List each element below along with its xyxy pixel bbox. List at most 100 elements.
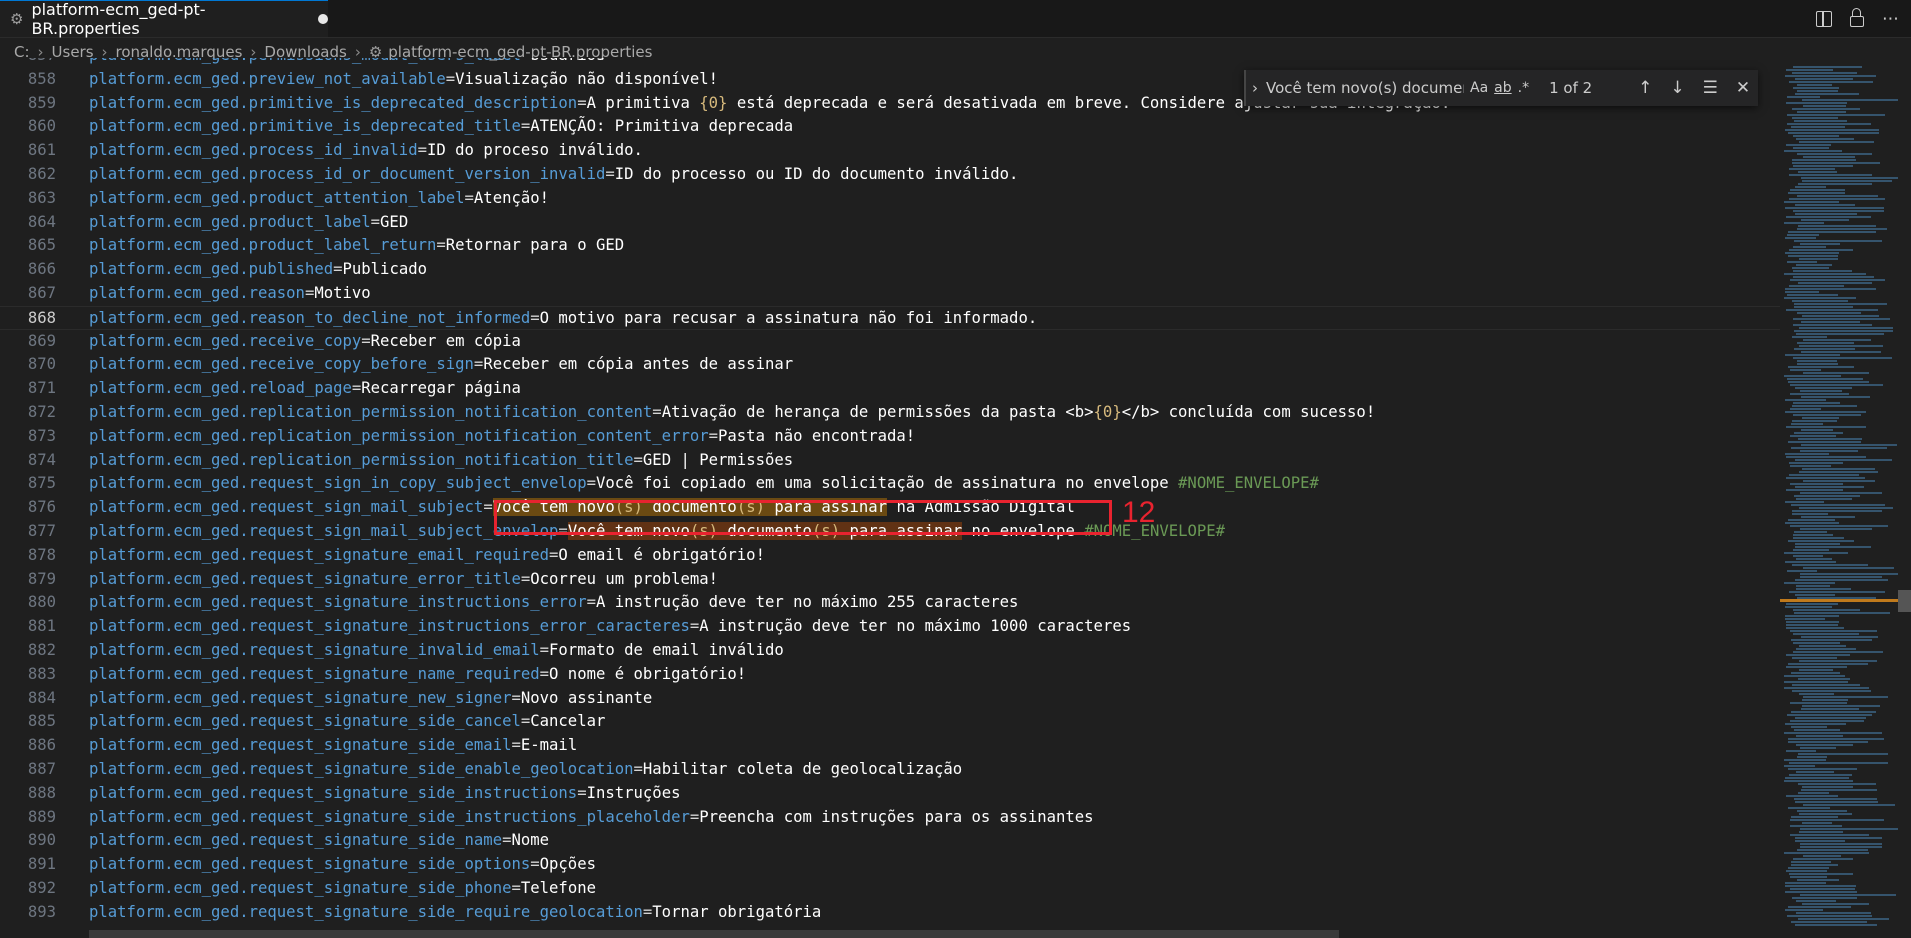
- minimap-line: [1799, 507, 1893, 509]
- minimap-line: [1790, 369, 1821, 371]
- code-line[interactable]: 882 platform.ecm_ged.request_signature_in…: [0, 639, 1780, 663]
- more-actions-icon[interactable]: ⋯: [1882, 9, 1899, 29]
- code-line[interactable]: 869 platform.ecm_ged.receive_copy=Receber…: [0, 330, 1780, 354]
- minimap-line: [1794, 120, 1847, 122]
- code-line[interactable]: 893 platform.ecm_ged.request_signature_si…: [0, 901, 1780, 925]
- code-line[interactable]: 878 platform.ecm_ged.request_signature_em…: [0, 544, 1780, 568]
- arrow-down-icon[interactable]: ↓: [1670, 78, 1684, 98]
- code-text: platform.ecm_ged.product_label_return=Re…: [89, 234, 624, 258]
- code-line[interactable]: 870 platform.ecm_ged.receive_copy_before_…: [0, 353, 1780, 377]
- minimap-line: [1802, 903, 1869, 905]
- code-line[interactable]: 892 platform.ecm_ged.request_signature_si…: [0, 877, 1780, 901]
- code-line[interactable]: 875 platform.ecm_ged.request_sign_in_copy…: [0, 472, 1780, 496]
- code-line[interactable]: 863 platform.ecm_ged.product_attention_la…: [0, 187, 1780, 211]
- vertical-scrollbar[interactable]: [1898, 66, 1911, 938]
- minimap-line: [1794, 531, 1827, 533]
- code-line[interactable]: 865 platform.ecm_ged.product_label_return…: [0, 234, 1780, 258]
- minimap-line: [1791, 816, 1838, 818]
- minimap-line: [1800, 573, 1899, 575]
- property-key: platform.ecm_ged.request_signature_side_…: [89, 736, 512, 755]
- minimap-line: [1801, 444, 1897, 446]
- minimap-line: [1786, 456, 1866, 458]
- minimap-line: [1791, 861, 1831, 863]
- code-line[interactable]: 886 platform.ecm_ged.request_signature_si…: [0, 734, 1780, 758]
- minimap-line: [1791, 672, 1840, 674]
- code-line[interactable]: 866 platform.ecm_ged.published=Publicado: [0, 258, 1780, 282]
- toggle-replace-chevron-icon[interactable]: ›: [1252, 79, 1258, 97]
- find-in-selection-icon[interactable]: ☰: [1703, 78, 1718, 98]
- code-line[interactable]: 873 platform.ecm_ged.replication_permissi…: [0, 425, 1780, 449]
- minimap-line: [1801, 396, 1870, 398]
- code-line[interactable]: 879 platform.ecm_ged.request_signature_er…: [0, 568, 1780, 592]
- minimap-line: [1801, 516, 1855, 518]
- code-line[interactable]: 874 platform.ecm_ged.replication_permissi…: [0, 449, 1780, 473]
- code-line[interactable]: 867 platform.ecm_ged.reason=Motivo: [0, 282, 1780, 306]
- editor-tab[interactable]: ⚙ platform-ecm_ged-pt-BR.properties: [0, 0, 328, 38]
- unsaved-dot-icon[interactable]: [318, 14, 328, 24]
- arrow-up-icon[interactable]: ↑: [1638, 78, 1652, 98]
- minimap-line: [1784, 150, 1842, 152]
- minimap-line: [1785, 411, 1866, 413]
- code-line[interactable]: 880 platform.ecm_ged.request_signature_in…: [0, 591, 1780, 615]
- minimap-line: [1788, 738, 1884, 740]
- minimap-line: [1803, 372, 1869, 374]
- property-value: Instruções: [586, 783, 681, 802]
- minimap-line: [1790, 465, 1831, 467]
- minimap-line: [1792, 108, 1860, 110]
- property-key: platform.ecm_ged.request_signature_side_…: [89, 855, 531, 874]
- minimap-line: [1801, 708, 1859, 710]
- line-number: 861: [27, 141, 56, 160]
- code-line[interactable]: 857 platform.ecm_ged.permissions_modal_us…: [0, 58, 1780, 68]
- code-line[interactable]: 872 platform.ecm_ged.replication_permissi…: [0, 401, 1780, 425]
- property-value: Cancelar: [530, 712, 606, 731]
- minimap-line: [1795, 837, 1882, 839]
- property-key: platform.ecm_ged.process_id_or_document_…: [89, 165, 606, 183]
- lock-icon[interactable]: [1850, 7, 1864, 27]
- minimap-line: [1784, 732, 1882, 734]
- code-line[interactable]: 891 platform.ecm_ged.request_signature_si…: [0, 853, 1780, 877]
- code-line[interactable]: 888 platform.ecm_ged.request_signature_si…: [0, 782, 1780, 806]
- minimap-line: [1785, 882, 1826, 884]
- code-line[interactable]: 884 platform.ecm_ged.request_signature_ne…: [0, 687, 1780, 711]
- code-line[interactable]: 861 platform.ecm_ged.process_id_invalid=I…: [0, 139, 1780, 163]
- find-input[interactable]: Você tem novo(s) documen: [1266, 75, 1464, 101]
- minimap-line: [1800, 576, 1882, 578]
- close-icon[interactable]: ✕: [1736, 78, 1750, 98]
- minimap-line: [1790, 876, 1827, 878]
- code-line[interactable]: 887 platform.ecm_ged.request_signature_si…: [0, 758, 1780, 782]
- code-line[interactable]: 885 platform.ecm_ged.request_signature_si…: [0, 710, 1780, 734]
- code-line[interactable]: 862 platform.ecm_ged.process_id_or_docume…: [0, 163, 1780, 187]
- equals-sign: =: [577, 93, 587, 112]
- equals-sign: =: [633, 760, 643, 778]
- code-line[interactable]: 868 platform.ecm_ged.reason_to_decline_no…: [0, 305, 1780, 330]
- code-editor[interactable]: 857 platform.ecm_ged.permissions_modal_us…: [0, 58, 1780, 938]
- minimap-line: [1793, 147, 1829, 149]
- minimap[interactable]: [1780, 66, 1900, 938]
- line-number: 868: [27, 308, 56, 327]
- match-case-toggle[interactable]: Aa: [1470, 80, 1488, 96]
- property-value: Receber em cópia: [370, 331, 521, 350]
- horizontal-scrollbar[interactable]: [89, 930, 1339, 938]
- minimap-line: [1784, 375, 1841, 377]
- regex-toggle[interactable]: .*: [1518, 80, 1529, 96]
- code-line[interactable]: 864 platform.ecm_ged.product_label=GED: [0, 211, 1780, 235]
- code-line[interactable]: 889 platform.ecm_ged.request_signature_si…: [0, 806, 1780, 830]
- minimap-line: [1800, 828, 1898, 830]
- code-line[interactable]: 883 platform.ecm_ged.request_signature_na…: [0, 663, 1780, 687]
- split-editor-icon[interactable]: [1816, 10, 1832, 27]
- code-line[interactable]: 860 platform.ecm_ged.primitive_is_depreca…: [0, 115, 1780, 139]
- property-value: </b> concluída com sucesso!: [1121, 403, 1376, 421]
- minimap-line: [1791, 639, 1872, 641]
- property-value: Retornar para o GED: [445, 236, 625, 255]
- code-line[interactable]: 881 platform.ecm_ged.request_signature_in…: [0, 615, 1780, 639]
- minimap-line: [1801, 219, 1849, 221]
- code-line[interactable]: 871 platform.ecm_ged.reload_page=Recarreg…: [0, 377, 1780, 401]
- whole-word-toggle[interactable]: ab: [1494, 80, 1511, 96]
- minimap-line: [1785, 207, 1884, 209]
- minimap-line: [1786, 627, 1844, 629]
- code-line[interactable]: 890 platform.ecm_ged.request_signature_si…: [0, 829, 1780, 853]
- vertical-scrollbar-thumb[interactable]: [1898, 590, 1911, 612]
- placeholder-token: {0}: [1093, 403, 1122, 421]
- minimap-line: [1789, 591, 1885, 593]
- minimap-match-marker: [1780, 599, 1911, 602]
